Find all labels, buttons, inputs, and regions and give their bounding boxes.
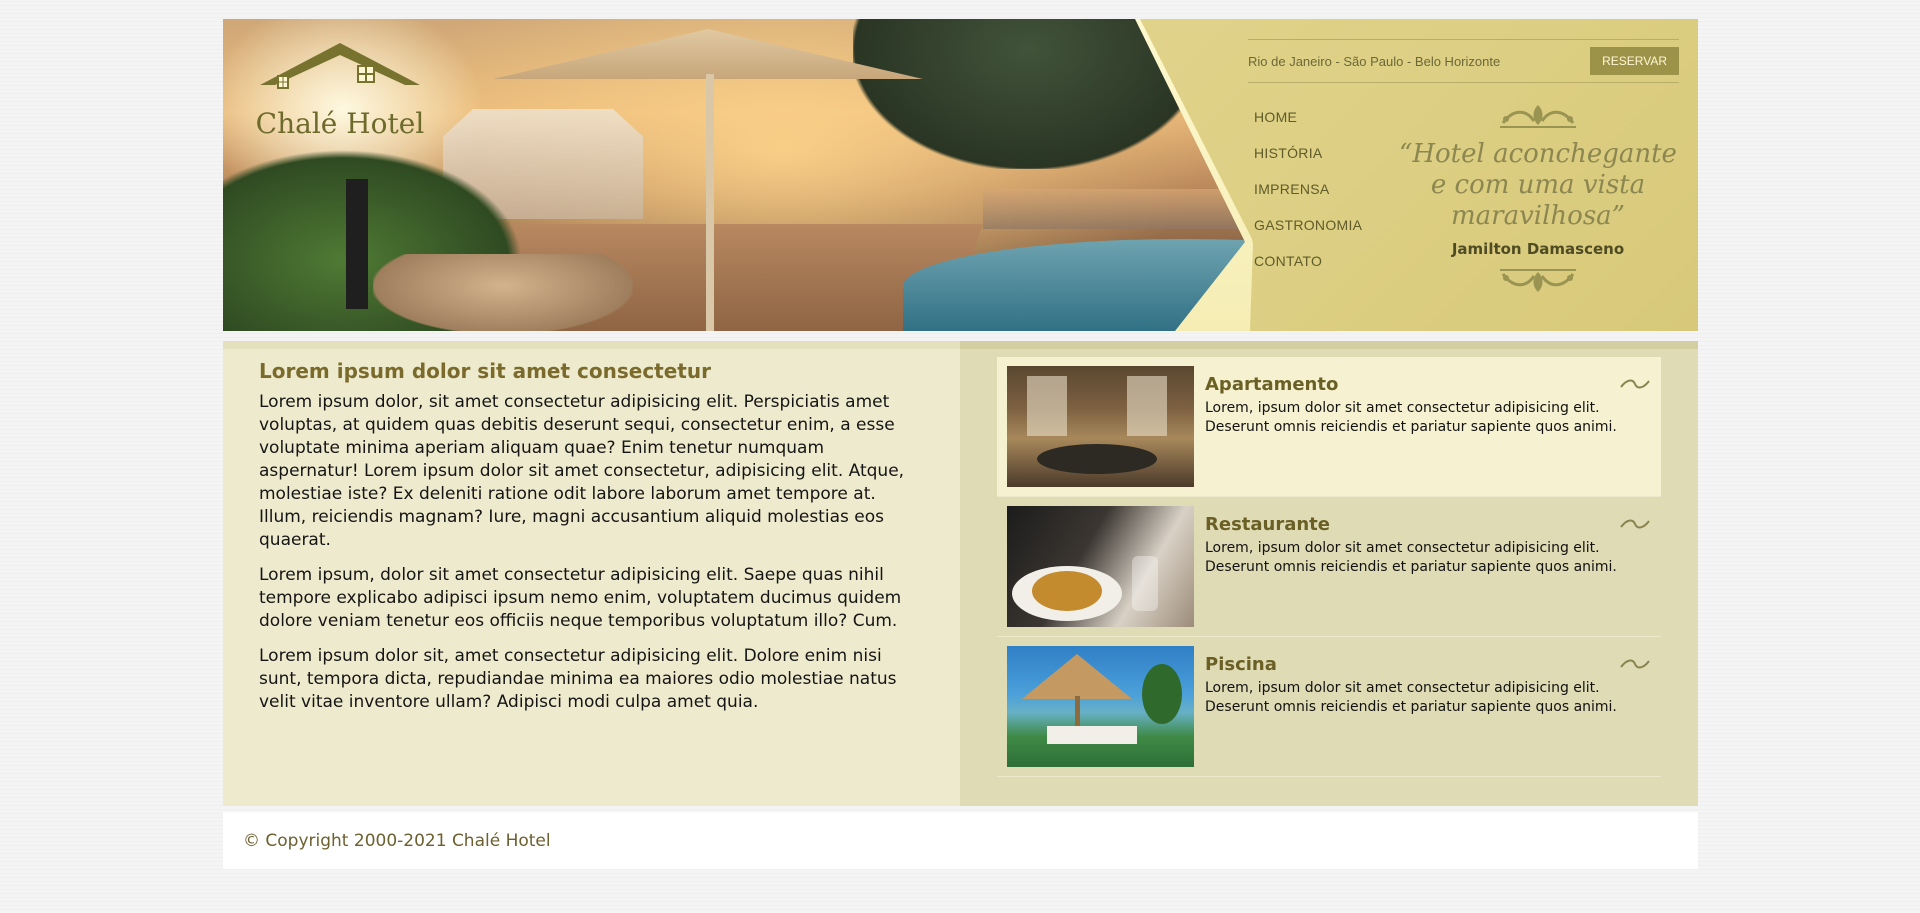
service-title: Restaurante (1205, 514, 1330, 535)
service-card-piscina[interactable]: Piscina Lorem, ipsum dolor sit amet cons… (997, 637, 1661, 777)
quote: “Hotel aconchegante e com uma vista mara… (1393, 101, 1683, 321)
main-nav: HOME HISTÓRIA IMPRENSA GASTRONOMIA CONTA… (1254, 109, 1362, 289)
main-content: Lorem ipsum dolor sit amet consectetur L… (223, 341, 960, 806)
logo-text: Chalé Hotel (255, 107, 425, 140)
quote-author: Jamilton Damasceno (1451, 240, 1625, 258)
service-card-restaurante[interactable]: Restaurante Lorem, ipsum dolor sit amet … (997, 497, 1661, 637)
footer: © Copyright 2000-2021 Chalé Hotel (223, 812, 1698, 869)
content-paragraph: Lorem ipsum, dolor sit amet consectetur … (259, 565, 902, 631)
quote-text: “Hotel aconchegante e com uma vista mara… (1399, 139, 1677, 231)
service-card-apartamento[interactable]: Apartamento Lorem, ipsum dolor sit amet … (997, 357, 1661, 497)
house-roof-icon (260, 43, 420, 89)
swirl-icon (1620, 519, 1650, 529)
nav-item-imprensa[interactable]: IMPRENSA (1254, 181, 1362, 197)
swirl-icon (1620, 659, 1650, 669)
service-text: Lorem, ipsum dolor sit amet consectetur … (1205, 400, 1617, 435)
service-text: Lorem, ipsum dolor sit amet consectetur … (1205, 680, 1617, 715)
copyright-text: © Copyright 2000-2021 Chalé Hotel (243, 830, 551, 851)
nav-item-historia[interactable]: HISTÓRIA (1254, 145, 1362, 161)
nav-item-gastronomia[interactable]: GASTRONOMIA (1254, 217, 1362, 233)
nav-item-home[interactable]: HOME (1254, 109, 1362, 125)
service-text: Lorem, ipsum dolor sit amet consectetur … (1205, 540, 1617, 575)
page: Chalé Hotel Rio de Janeiro - São Paulo -… (223, 19, 1698, 869)
service-title: Apartamento (1205, 374, 1339, 395)
swirl-icon (1620, 379, 1650, 389)
hotel-logo[interactable]: Chalé Hotel (245, 37, 435, 147)
flourish-top-icon (1500, 105, 1576, 128)
main: Lorem ipsum dolor sit amet consectetur L… (223, 341, 1698, 806)
content-title: Lorem ipsum dolor sit amet consectetur (259, 359, 711, 383)
piscina-photo (1007, 646, 1194, 767)
header: Chalé Hotel Rio de Janeiro - São Paulo -… (223, 19, 1698, 331)
services-sidebar: Apartamento Lorem, ipsum dolor sit amet … (960, 341, 1698, 806)
service-title: Piscina (1205, 654, 1277, 675)
restaurante-photo (1007, 506, 1194, 627)
nav-item-contato[interactable]: CONTATO (1254, 253, 1362, 269)
reserve-button[interactable]: RESERVAR (1590, 47, 1679, 75)
content-paragraph: Lorem ipsum dolor sit, amet consectetur … (259, 646, 897, 712)
flourish-bottom-icon (1500, 269, 1576, 292)
top-bar: Rio de Janeiro - São Paulo - Belo Horizo… (1248, 39, 1679, 83)
cities-text: Rio de Janeiro - São Paulo - Belo Horizo… (1248, 53, 1501, 69)
content-paragraph: Lorem ipsum dolor, sit amet consectetur … (259, 392, 905, 550)
apartamento-photo (1007, 366, 1194, 487)
